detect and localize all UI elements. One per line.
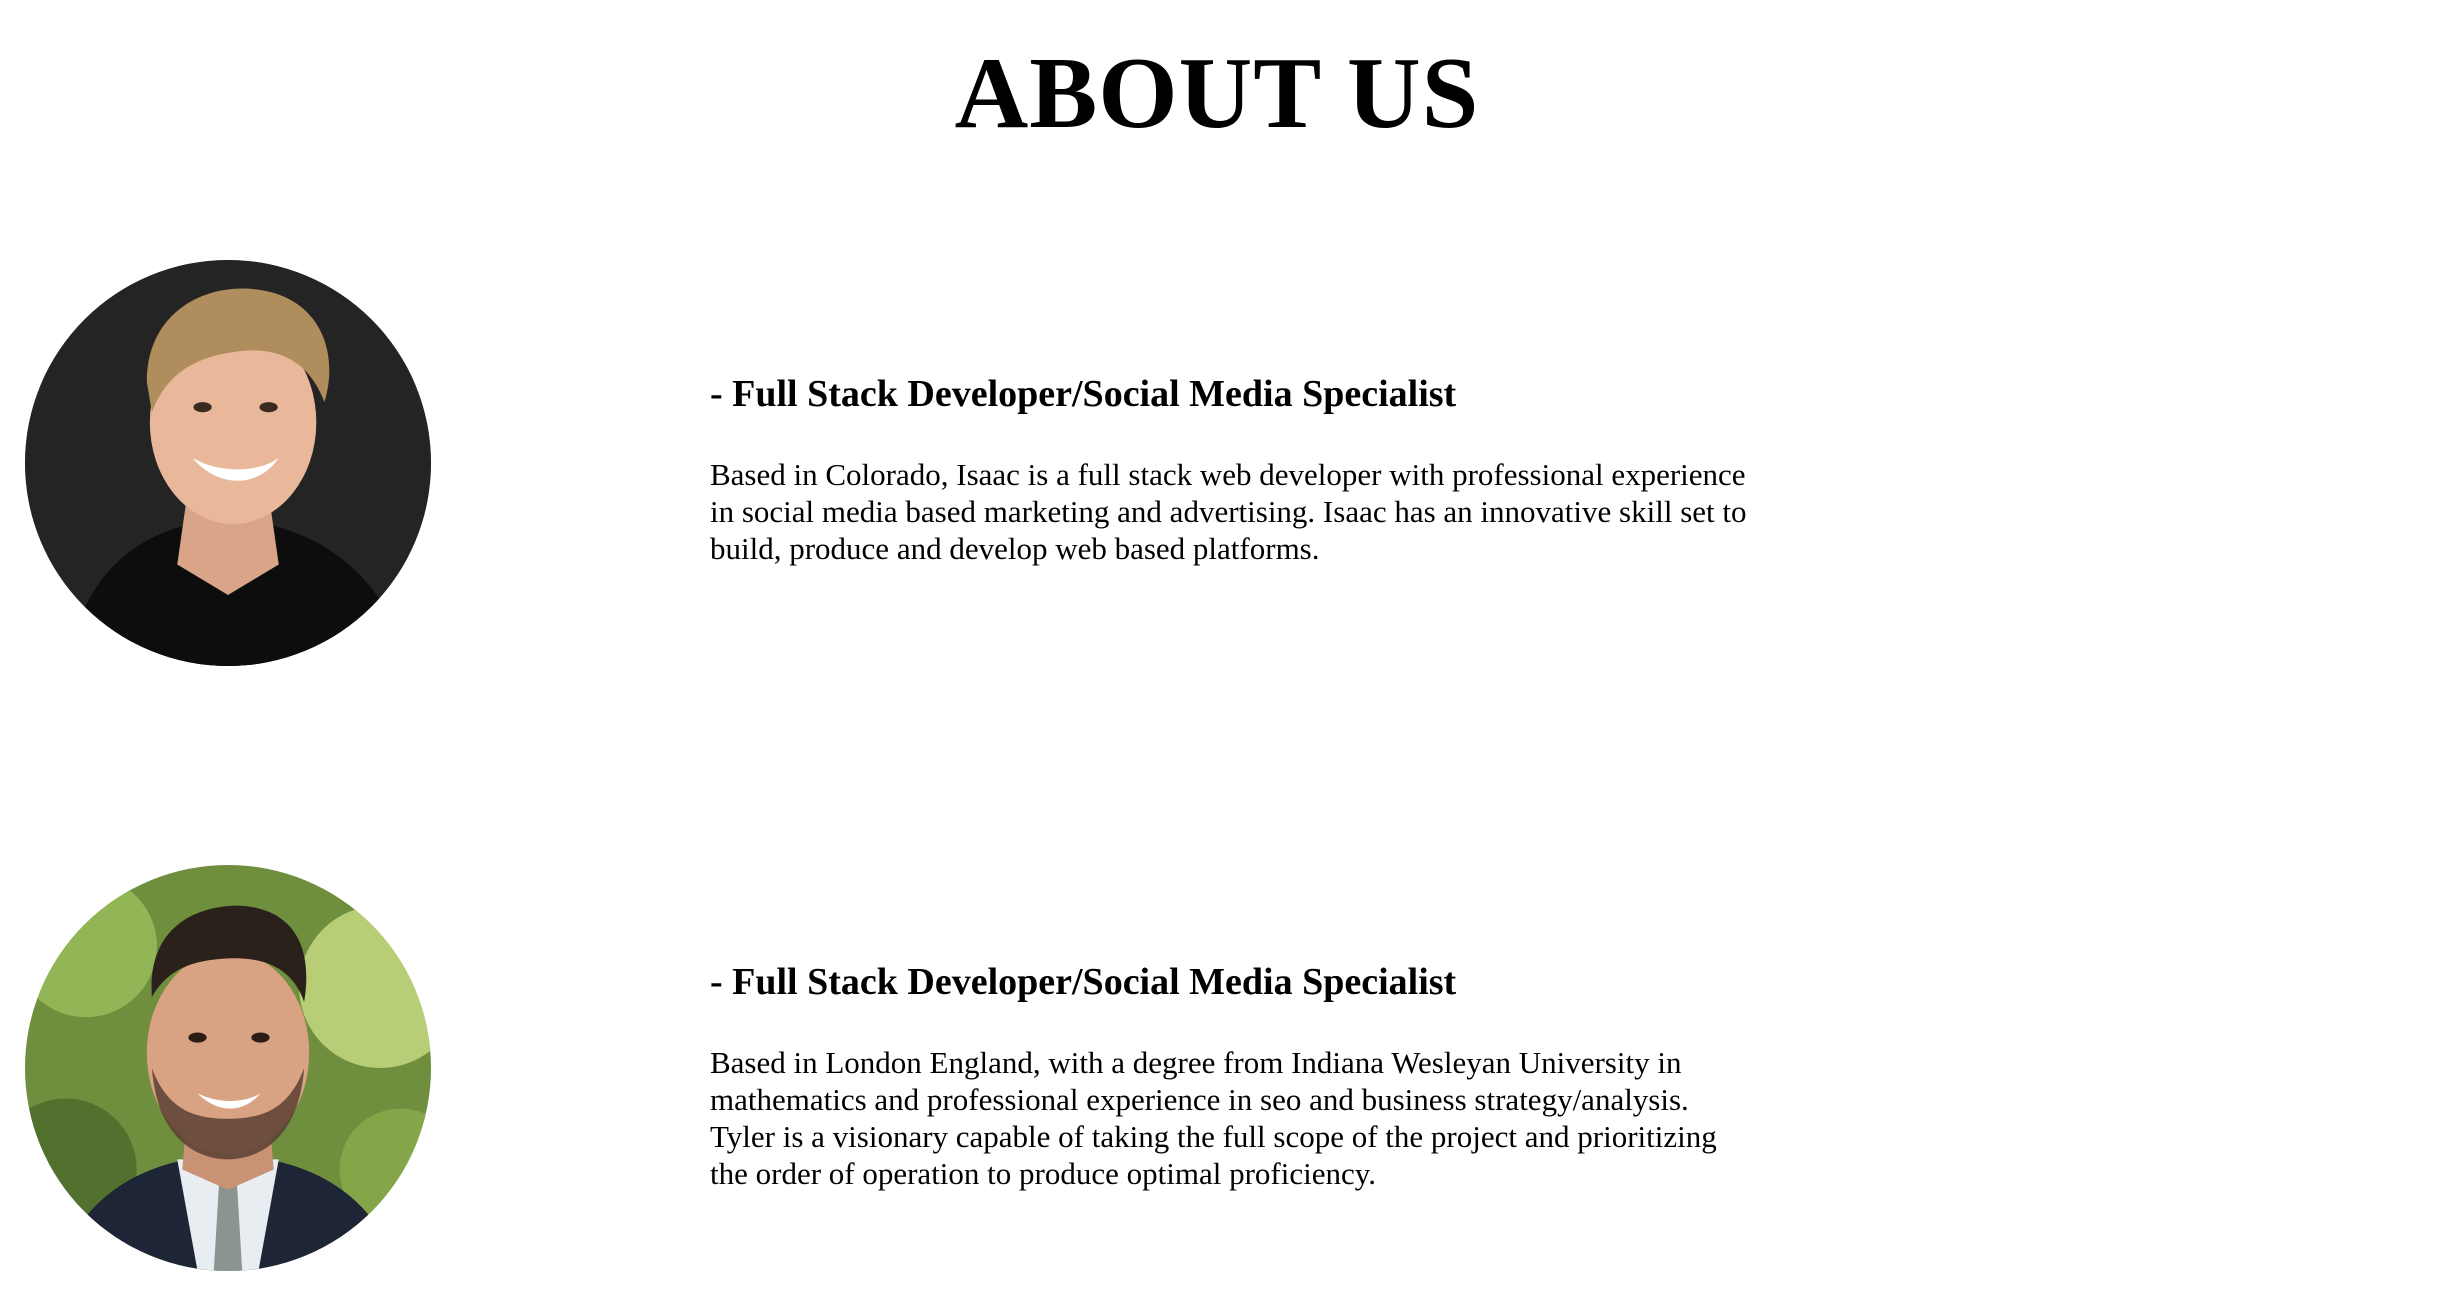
member-role: - Full Stack Developer/Social Media Spec… bbox=[710, 961, 1457, 1003]
member-description: Based in London England, with a degree f… bbox=[710, 1044, 1717, 1191]
avatar bbox=[25, 865, 431, 1271]
member-photo bbox=[25, 260, 431, 666]
avatar bbox=[25, 260, 431, 666]
member-bio: - Full Stack Developer/Social Media Spec… bbox=[710, 960, 1760, 1192]
member-photo bbox=[25, 865, 431, 1271]
member-bio: - Full Stack Developer/Social Media Spec… bbox=[710, 372, 1760, 567]
member-role: - Full Stack Developer/Social Media Spec… bbox=[710, 373, 1457, 415]
page-title: ABOUT US bbox=[954, 37, 1480, 150]
member-description: Based in Colorado, Isaac is a full stack… bbox=[710, 456, 1747, 566]
